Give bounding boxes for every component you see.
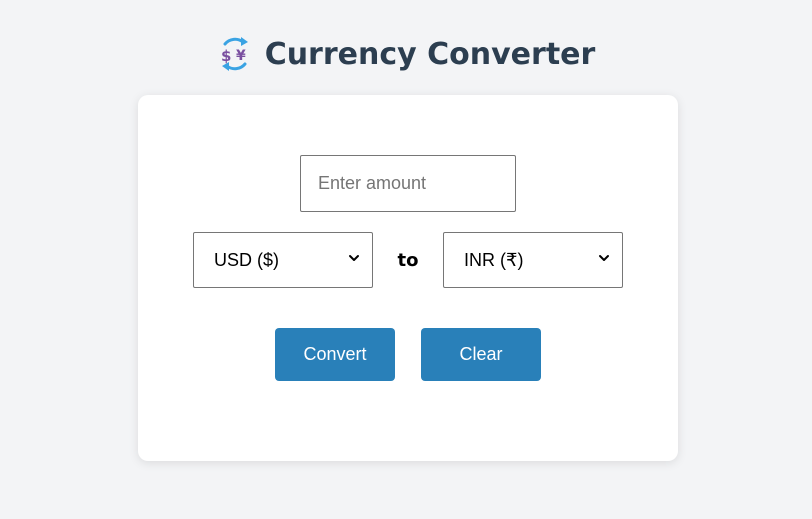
to-label: to (397, 249, 419, 271)
chevron-down-icon (598, 251, 610, 269)
to-currency-select[interactable]: INR (₹) (443, 232, 623, 288)
convert-button[interactable]: Convert (275, 328, 395, 381)
page-title: Currency Converter (264, 36, 596, 72)
page: $ ¥ Currency Converter USD ($) to INR (₹… (0, 0, 812, 519)
to-currency-value: INR (₹) (464, 249, 524, 270)
from-currency-select[interactable]: USD ($) (193, 232, 373, 288)
page-header: $ ¥ Currency Converter (0, 32, 812, 76)
amount-input[interactable] (300, 155, 516, 212)
clear-button[interactable]: Clear (421, 328, 541, 381)
converter-card: USD ($) to INR (₹) Convert Clear (138, 95, 678, 461)
currency-exchange-icon: $ ¥ (217, 36, 253, 72)
chevron-down-icon (348, 251, 360, 269)
svg-text:$: $ (221, 47, 231, 65)
from-currency-value: USD ($) (214, 249, 280, 270)
svg-text:¥: ¥ (236, 48, 246, 64)
